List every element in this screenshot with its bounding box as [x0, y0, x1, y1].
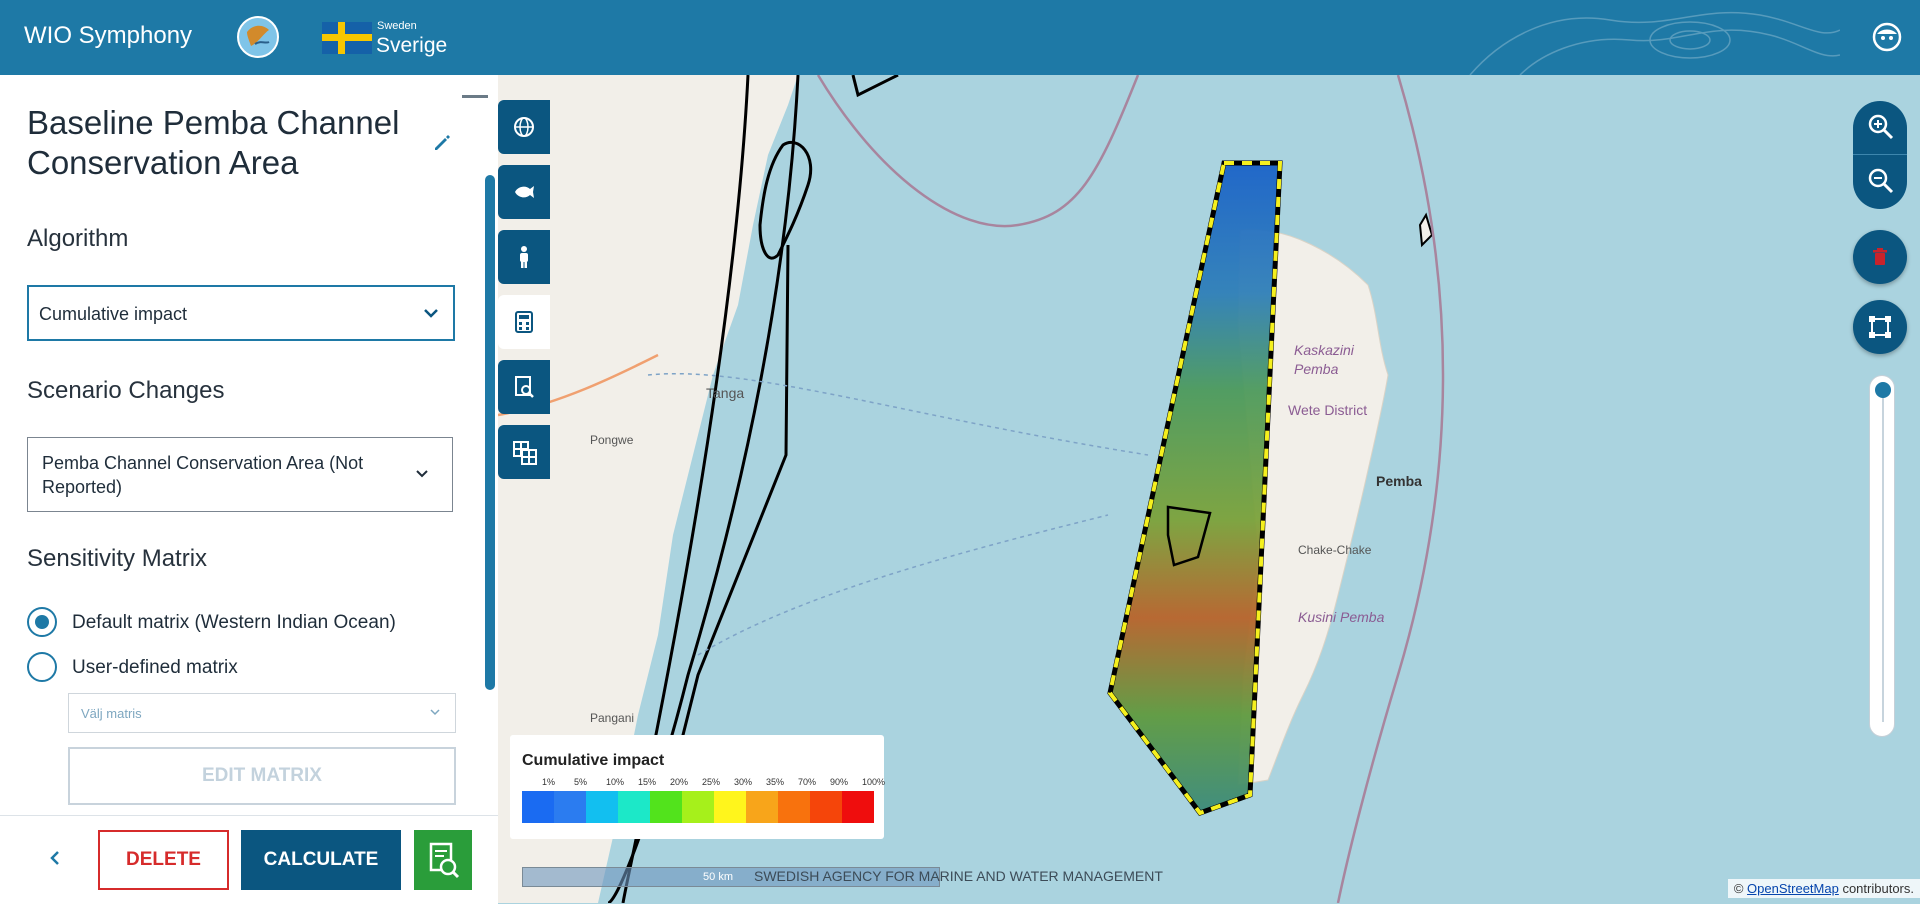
top-bar: WIO Symphony Sweden Sverige — [0, 0, 1920, 75]
chevron-left-icon[interactable] — [46, 846, 64, 870]
place-kaskazini-pemba: Kaskazini Pemba — [1294, 342, 1354, 377]
panel-footer: DELETE CALCULATE — [0, 815, 498, 904]
zoom-out-icon[interactable] — [1867, 167, 1895, 195]
person-icon — [520, 246, 528, 268]
fish-tool-button[interactable] — [498, 165, 550, 219]
place-pangani: Pangani — [590, 711, 635, 725]
place-tanga: Tanga — [706, 385, 745, 401]
matrix-select[interactable]: Välj matris — [68, 693, 456, 733]
polygon-select-icon — [1869, 316, 1891, 338]
legend-tick-label: 10% — [606, 777, 625, 787]
legend-tick-label: 5% — [574, 777, 588, 787]
report-tool-button[interactable] — [498, 360, 550, 414]
calculator-tool-button[interactable] — [498, 295, 550, 349]
agency-credit: SWEDISH AGENCY FOR MARINE AND WATER MANA… — [754, 868, 1163, 884]
legend-swatch — [842, 791, 874, 823]
legend-tick-label: 35% — [766, 777, 785, 787]
zoom-in-icon[interactable] — [1867, 113, 1895, 141]
algorithm-select[interactable]: Cumulative impact — [27, 285, 455, 341]
contour-decoration — [1469, 11, 1840, 75]
legend-tick-label: 90% — [830, 777, 849, 787]
globe-tool-button[interactable] — [498, 100, 550, 154]
slider-line — [1882, 392, 1884, 722]
default-matrix-radio[interactable] — [27, 607, 57, 637]
legend-swatch — [650, 791, 682, 823]
algorithm-value: Cumulative impact — [39, 304, 188, 324]
place-chake-chake: Chake-Chake — [1298, 543, 1372, 557]
legend-ticks: 1% 5% 10% 15% 20% 25% 30% 35% 70% 90% 100% — [522, 777, 885, 789]
legend-swatch — [810, 791, 842, 823]
place-kusini-pemba: Kusini Pemba — [1298, 609, 1385, 625]
scenario-title: Baseline Pemba Channel Conservation Area — [27, 104, 400, 181]
edit-matrix-button[interactable]: EDIT MATRIX — [68, 747, 456, 805]
panel-scrollbar[interactable] — [485, 175, 495, 690]
scenario-panel: Baseline Pemba Channel Conservation Area… — [0, 75, 498, 904]
zoom-controls — [1853, 101, 1907, 209]
calculator-icon — [515, 311, 533, 333]
delete-button[interactable]: DELETE — [98, 830, 229, 890]
chevron-down-icon — [416, 470, 428, 478]
draw-polygon-button[interactable] — [1853, 300, 1907, 354]
sweden-flag-icon — [322, 22, 372, 54]
map-legend: Cumulative impact 1% 5% 10% 15% 20% 25% 30% 35%… — [510, 735, 885, 839]
legend-tick-label: 20% — [670, 777, 689, 787]
fish-icon — [515, 186, 534, 198]
legend-swatch — [682, 791, 714, 823]
legend-color-bar — [522, 791, 874, 823]
scenario-changes-value: Pemba Channel Conservation Area (Not Rep… — [42, 453, 364, 497]
legend-tick-label: 15% — [638, 777, 657, 787]
algorithm-label: Algorithm — [27, 225, 129, 252]
wio-logo-icon — [237, 16, 279, 58]
map-view[interactable]: Tanga Pongwe Pangani Kaskazini Pemba Wet… — [498, 75, 1920, 903]
user-matrix-label: User-defined matrix — [72, 657, 238, 678]
place-wete-district: Wete District — [1288, 402, 1368, 418]
sensitivity-matrix-label: Sensitivity Matrix — [27, 545, 208, 572]
legend-tick-label: 100% — [862, 777, 886, 787]
legend-tick-label: 30% — [734, 777, 753, 787]
user-avatar-icon[interactable] — [1872, 22, 1902, 52]
chevron-down-icon — [430, 709, 440, 716]
pencil-edit-icon[interactable] — [432, 133, 452, 153]
scenario-changes-select[interactable]: Pemba Channel Conservation Area (Not Rep… — [27, 437, 453, 512]
person-tool-button[interactable] — [498, 230, 550, 284]
report-button[interactable] — [414, 830, 472, 890]
legend-swatch — [746, 791, 778, 823]
delete-layer-button[interactable] — [1853, 230, 1907, 284]
app-title[interactable]: WIO Symphony — [24, 22, 192, 50]
globe-icon — [514, 117, 534, 137]
legend-swatch — [554, 791, 586, 823]
matrix-select-placeholder: Välj matris — [81, 706, 142, 721]
country-small-label: Sweden — [377, 20, 417, 32]
legend-tick-label: 25% — [702, 777, 721, 787]
grid-icon — [513, 441, 537, 465]
scale-label: 50 km — [703, 871, 733, 883]
place-pemba: Pemba — [1376, 473, 1422, 489]
opacity-slider[interactable] — [1869, 375, 1895, 737]
legend-tick-label: 1% — [542, 777, 556, 787]
user-matrix-radio[interactable] — [27, 652, 57, 682]
trash-icon — [1873, 248, 1887, 265]
report-icon — [515, 376, 534, 398]
slider-knob[interactable] — [1875, 382, 1891, 398]
map-attribution: © OpenStreetMap contributors. — [1727, 879, 1920, 898]
place-pongwe: Pongwe — [590, 433, 634, 447]
minimize-panel-button[interactable] — [462, 95, 488, 98]
scenario-changes-label: Scenario Changes — [27, 377, 225, 404]
legend-swatch — [618, 791, 650, 823]
attribution-prefix: © — [1733, 881, 1744, 896]
report-search-icon — [429, 842, 460, 879]
country-label: Sverige — [376, 34, 448, 57]
legend-swatch — [714, 791, 746, 823]
grid-tool-button[interactable] — [498, 425, 550, 479]
legend-swatch — [522, 791, 554, 823]
default-matrix-label: Default matrix (Western Indian Ocean) — [72, 612, 396, 633]
legend-tick-label: 70% — [798, 777, 817, 787]
chevron-down-icon — [424, 309, 438, 318]
openstreetmap-link[interactable]: OpenStreetMap — [1747, 881, 1839, 896]
calculate-button[interactable]: CALCULATE — [241, 830, 401, 890]
legend-swatch — [586, 791, 618, 823]
attribution-suffix: contributors. — [1842, 881, 1914, 896]
legend-swatch — [778, 791, 810, 823]
legend-title: Cumulative impact — [522, 752, 665, 769]
